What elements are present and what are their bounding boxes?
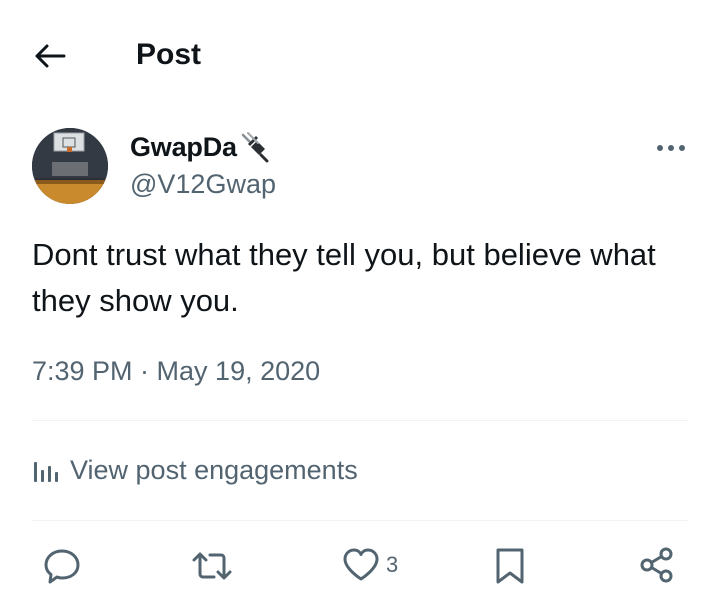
- page-title: Post: [136, 38, 202, 71]
- user-handle[interactable]: @V12Gwap: [130, 166, 276, 202]
- post-text: Dont trust what they tell you, but belie…: [32, 237, 656, 318]
- top-bar: Post: [0, 0, 720, 110]
- avatar-image: [32, 128, 108, 204]
- action-bar: 3: [32, 540, 688, 592]
- bookmark-icon: [496, 548, 524, 584]
- repost-icon: [192, 552, 232, 580]
- share-icon: [640, 547, 673, 583]
- electric-plug-icon: [241, 132, 269, 163]
- arrow-left-icon: [35, 44, 66, 68]
- avatar[interactable]: [32, 128, 108, 204]
- analytics-bars-icon: [34, 462, 58, 482]
- reply-button[interactable]: [42, 546, 82, 586]
- view-engagements-link[interactable]: View post engagements: [32, 452, 358, 488]
- author-block[interactable]: GwapDa @V12Gwap: [130, 130, 276, 202]
- back-button[interactable]: [30, 36, 70, 76]
- display-name[interactable]: GwapDa: [130, 132, 237, 163]
- more-horizontal-icon: [657, 145, 685, 151]
- more-options-button[interactable]: [654, 136, 688, 160]
- engagements-label: View post engagements: [70, 455, 358, 485]
- like-button[interactable]: 3: [342, 546, 398, 584]
- display-name-row: GwapDa: [130, 130, 276, 164]
- like-count: 3: [386, 552, 399, 577]
- share-button[interactable]: [638, 546, 676, 584]
- divider: [32, 420, 688, 421]
- reply-bubble-icon: [44, 549, 80, 584]
- heart-icon: [343, 548, 379, 581]
- divider: [32, 520, 688, 521]
- post-timestamp[interactable]: 7:39 PM · May 19, 2020: [32, 354, 320, 388]
- bookmark-button[interactable]: [494, 546, 526, 586]
- repost-button[interactable]: [190, 546, 234, 586]
